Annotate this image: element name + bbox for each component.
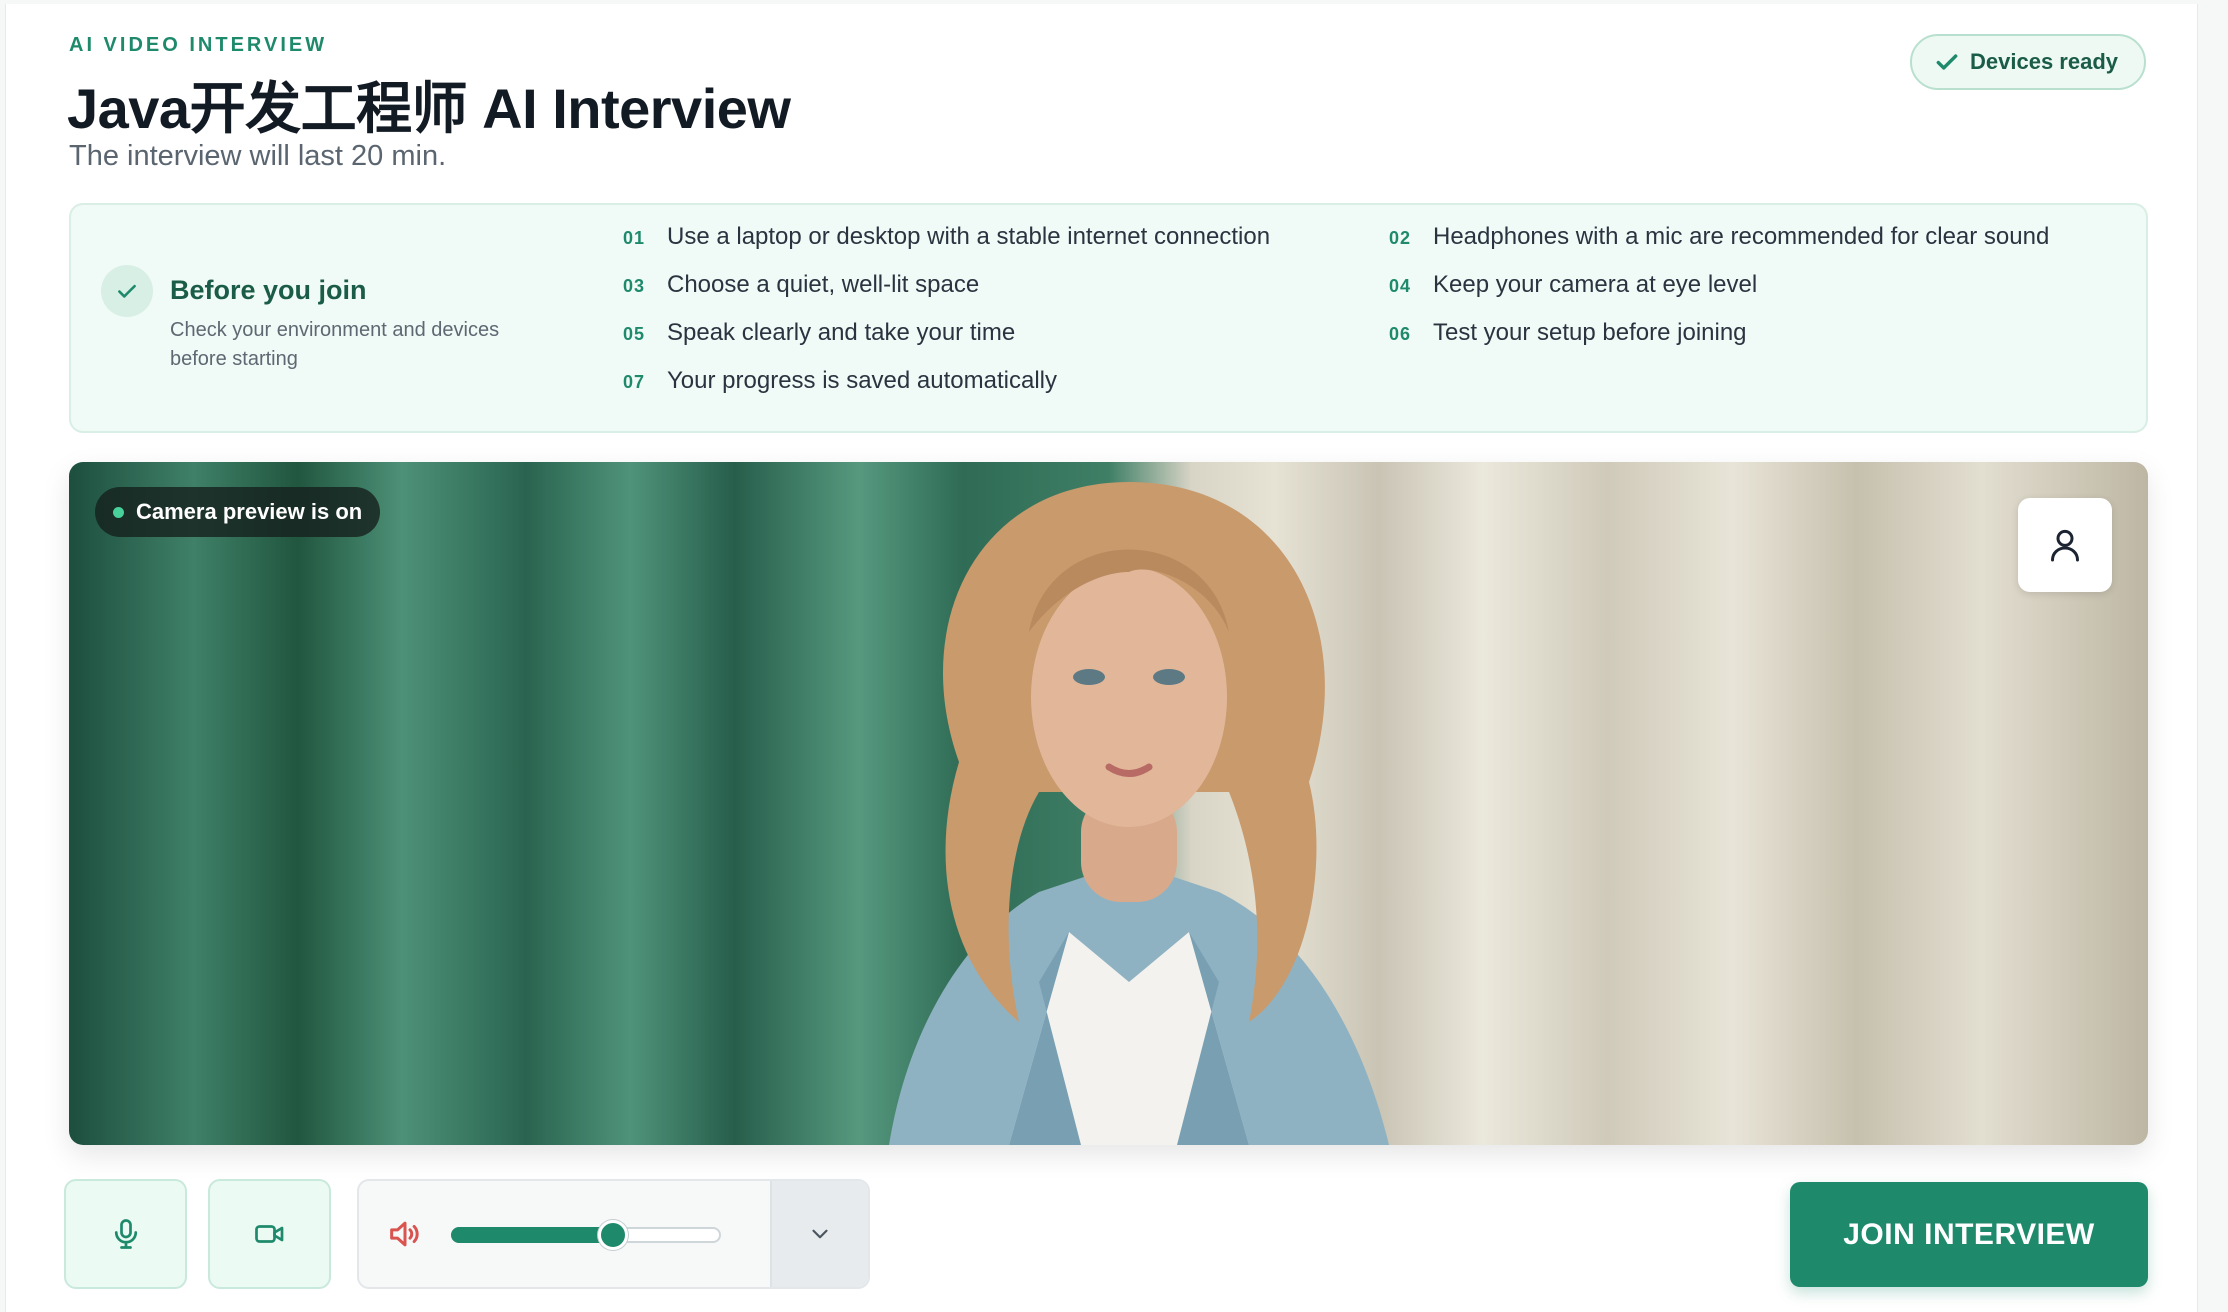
join-interview-button[interactable]: JOIN INTERVIEW	[1790, 1182, 2148, 1287]
tip-text: Your progress is saved automatically	[667, 367, 1057, 394]
speaker-dropdown-button[interactable]	[770, 1181, 868, 1287]
camera-preview: Camera preview is on	[69, 462, 2148, 1145]
camera-status-pill: Camera preview is on	[95, 487, 381, 537]
check-circle-icon	[101, 265, 153, 317]
tip-number: 03	[623, 276, 646, 296]
tip-item: 01 Use a laptop or desktop with a stable…	[623, 223, 1270, 251]
live-dot-icon	[113, 506, 124, 518]
video-camera-icon	[254, 1225, 283, 1243]
tips-title: Before you join	[170, 275, 367, 305]
tip-item: 04 Keep your camera at eye level	[1389, 271, 1757, 299]
microphone-button[interactable]	[64, 1179, 187, 1289]
tip-number: 01	[623, 228, 646, 248]
tip-item: 07 Your progress is saved automatically	[623, 367, 1057, 395]
chevron-down-icon	[812, 1229, 828, 1239]
interview-page: AI VIDEO INTERVIEW Java开发工程师 AI Intervie…	[5, 4, 2198, 1312]
tip-number: 02	[1389, 228, 1412, 248]
tip-item: 02 Headphones with a mic are recommended…	[1389, 223, 2049, 251]
tip-item: 03 Choose a quiet, well-lit space	[623, 271, 979, 299]
tip-text: Speak clearly and take your time	[667, 319, 1016, 346]
tip-text: Test your setup before joining	[1433, 319, 1747, 346]
devices-ready-badge: Devices ready	[1910, 34, 2146, 90]
tip-number: 07	[623, 372, 646, 392]
tip-text: Use a laptop or desktop with a stable in…	[667, 223, 1271, 250]
devices-ready-label: Devices ready	[1970, 49, 2118, 74]
volume-slider[interactable]	[451, 1220, 721, 1250]
tip-item: 06 Test your setup before joining	[1389, 319, 1747, 347]
tip-item: 05 Speak clearly and take your time	[623, 319, 1015, 347]
tip-number: 06	[1389, 324, 1412, 344]
volume-slider-fill	[451, 1227, 613, 1243]
check-icon	[1936, 54, 1958, 70]
camera-status-label: Camera preview is on	[136, 499, 363, 524]
volume-slider-handle[interactable]	[597, 1220, 628, 1250]
eyebrow-label: AI VIDEO INTERVIEW	[69, 34, 328, 56]
duration-text: The interview will last 20 min.	[69, 140, 447, 172]
tip-text: Headphones with a mic are recommended fo…	[1433, 223, 2050, 250]
tips-description: Check your environment and devices befor…	[170, 319, 500, 370]
tip-text: Choose a quiet, well-lit space	[667, 271, 980, 298]
webcam-person-image	[889, 482, 1389, 1145]
tip-number: 05	[623, 324, 646, 344]
before-you-join-panel: Before you join Check your environment a…	[69, 203, 2148, 433]
tip-number: 04	[1389, 276, 1412, 296]
camera-button[interactable]	[208, 1179, 331, 1289]
page-title: Java开发工程师 AI Interview	[67, 77, 791, 140]
microphone-icon	[114, 1219, 137, 1249]
tip-text: Keep your camera at eye level	[1433, 271, 1758, 298]
speaker-volume-control	[357, 1179, 870, 1289]
avatar-toggle-button[interactable]	[2018, 498, 2112, 592]
user-icon	[2051, 529, 2079, 562]
speaker-icon	[390, 1221, 419, 1247]
